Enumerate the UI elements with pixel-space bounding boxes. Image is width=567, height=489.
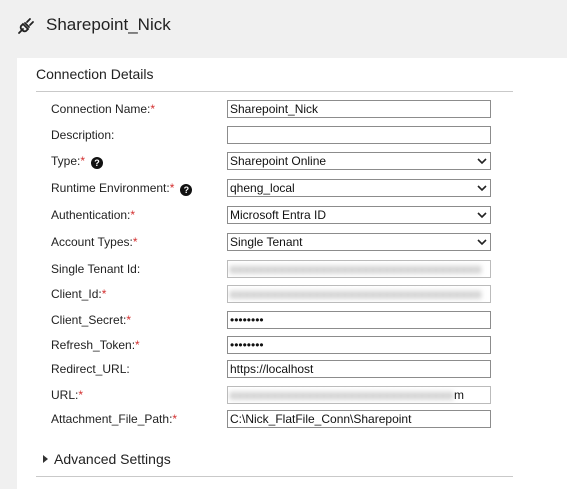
client-id-row: Client_Id:* xxxxxxxxxxxxxxxxxxxxxxxxxxxx… [51, 285, 491, 305]
title-bar: Sharepoint_Nick [0, 0, 567, 52]
runtime-select[interactable]: qheng_local [227, 179, 491, 197]
bottom-divider [36, 476, 513, 477]
type-row: Type:*? Sharepoint Online [51, 152, 491, 172]
url-input[interactable]: xxxxxxxxxxxxxxxxxxxxxxxxxxxxxxxxm [227, 386, 491, 404]
advanced-settings-toggle[interactable]: Advanced Settings [43, 451, 171, 467]
attachment-path-row: Attachment_File_Path:* C:\Nick_FlatFile_… [51, 410, 491, 430]
chevron-down-icon [477, 212, 487, 219]
connection-details-panel: Connection Details Connection Name:* Sha… [17, 58, 567, 489]
chevron-down-icon [477, 158, 487, 165]
connection-name-label: Connection Name:* [51, 102, 156, 116]
account-types-select-value: Single Tenant [230, 235, 303, 249]
description-row: Description: [51, 126, 491, 146]
description-label: Description: [51, 128, 115, 142]
account-types-row: Account Types:* Single Tenant [51, 233, 491, 253]
attachment-path-label: Attachment_File_Path:* [51, 412, 178, 426]
plug-icon [18, 18, 34, 34]
refresh-token-input[interactable]: •••••••• [227, 336, 491, 354]
description-input[interactable] [227, 126, 491, 144]
client-id-input[interactable]: xxxxxxxxxxxxxxxxxxxxxxxxxxxxxxxxxxxx [227, 285, 491, 303]
redirect-url-label: Redirect_URL: [51, 362, 130, 376]
runtime-select-value: qheng_local [230, 181, 295, 195]
runtime-label: Runtime Environment:*? [51, 181, 193, 196]
refresh-token-label: Refresh_Token:* [51, 338, 140, 352]
tenant-id-row: Single Tenant Id: xxxxxxxxxxxxxxxxxxxxxx… [51, 260, 491, 280]
url-row: URL:* xxxxxxxxxxxxxxxxxxxxxxxxxxxxxxxxm [51, 386, 491, 406]
redacted-value: xxxxxxxxxxxxxxxxxxxxxxxxxxxxxxxxxxxx [230, 287, 482, 301]
section-title: Connection Details [36, 66, 154, 82]
chevron-down-icon [477, 185, 487, 192]
account-types-select[interactable]: Single Tenant [227, 233, 491, 251]
advanced-settings-label: Advanced Settings [54, 451, 171, 467]
redacted-value: xxxxxxxxxxxxxxxxxxxxxxxxxxxxxxxx [230, 388, 454, 402]
type-label: Type:*? [51, 154, 104, 169]
type-select-value: Sharepoint Online [230, 154, 327, 168]
connection-name-input[interactable]: Sharepoint_Nick [227, 100, 491, 118]
runtime-row: Runtime Environment:*? qheng_local [51, 179, 491, 199]
help-icon[interactable]: ? [91, 157, 104, 169]
tenant-id-label: Single Tenant Id: [51, 262, 141, 276]
page-title: Sharepoint_Nick [46, 15, 171, 34]
refresh-token-row: Refresh_Token:* •••••••• [51, 336, 491, 356]
chevron-down-icon [477, 239, 487, 246]
url-visible-suffix: m [454, 388, 464, 402]
authentication-row: Authentication:* Microsoft Entra ID [51, 206, 491, 226]
client-secret-label: Client_Secret:* [51, 313, 132, 327]
client-secret-input[interactable]: •••••••• [227, 311, 491, 329]
attachment-path-input[interactable]: C:\Nick_FlatFile_Conn\Sharepoint [227, 410, 491, 428]
url-label: URL:* [51, 388, 84, 402]
authentication-select-value: Microsoft Entra ID [230, 208, 327, 222]
help-icon[interactable]: ? [180, 184, 193, 196]
account-types-label: Account Types:* [51, 235, 138, 249]
client-secret-row: Client_Secret:* •••••••• [51, 311, 491, 331]
type-select[interactable]: Sharepoint Online [227, 152, 491, 170]
caret-right-icon [43, 455, 48, 463]
redacted-value: xxxxxxxxxxxxxxxxxxxxxxxxxxxxxxxxxxxx [230, 262, 482, 276]
authentication-label: Authentication:* [51, 208, 136, 222]
client-id-label: Client_Id:* [51, 287, 107, 301]
redirect-url-row: Redirect_URL: https://localhost [51, 360, 491, 380]
tenant-id-input[interactable]: xxxxxxxxxxxxxxxxxxxxxxxxxxxxxxxxxxxx [227, 260, 491, 278]
section-divider [36, 91, 513, 92]
authentication-select[interactable]: Microsoft Entra ID [227, 206, 491, 224]
redirect-url-input[interactable]: https://localhost [227, 360, 491, 378]
connection-name-row: Connection Name:* Sharepoint_Nick [51, 100, 491, 120]
